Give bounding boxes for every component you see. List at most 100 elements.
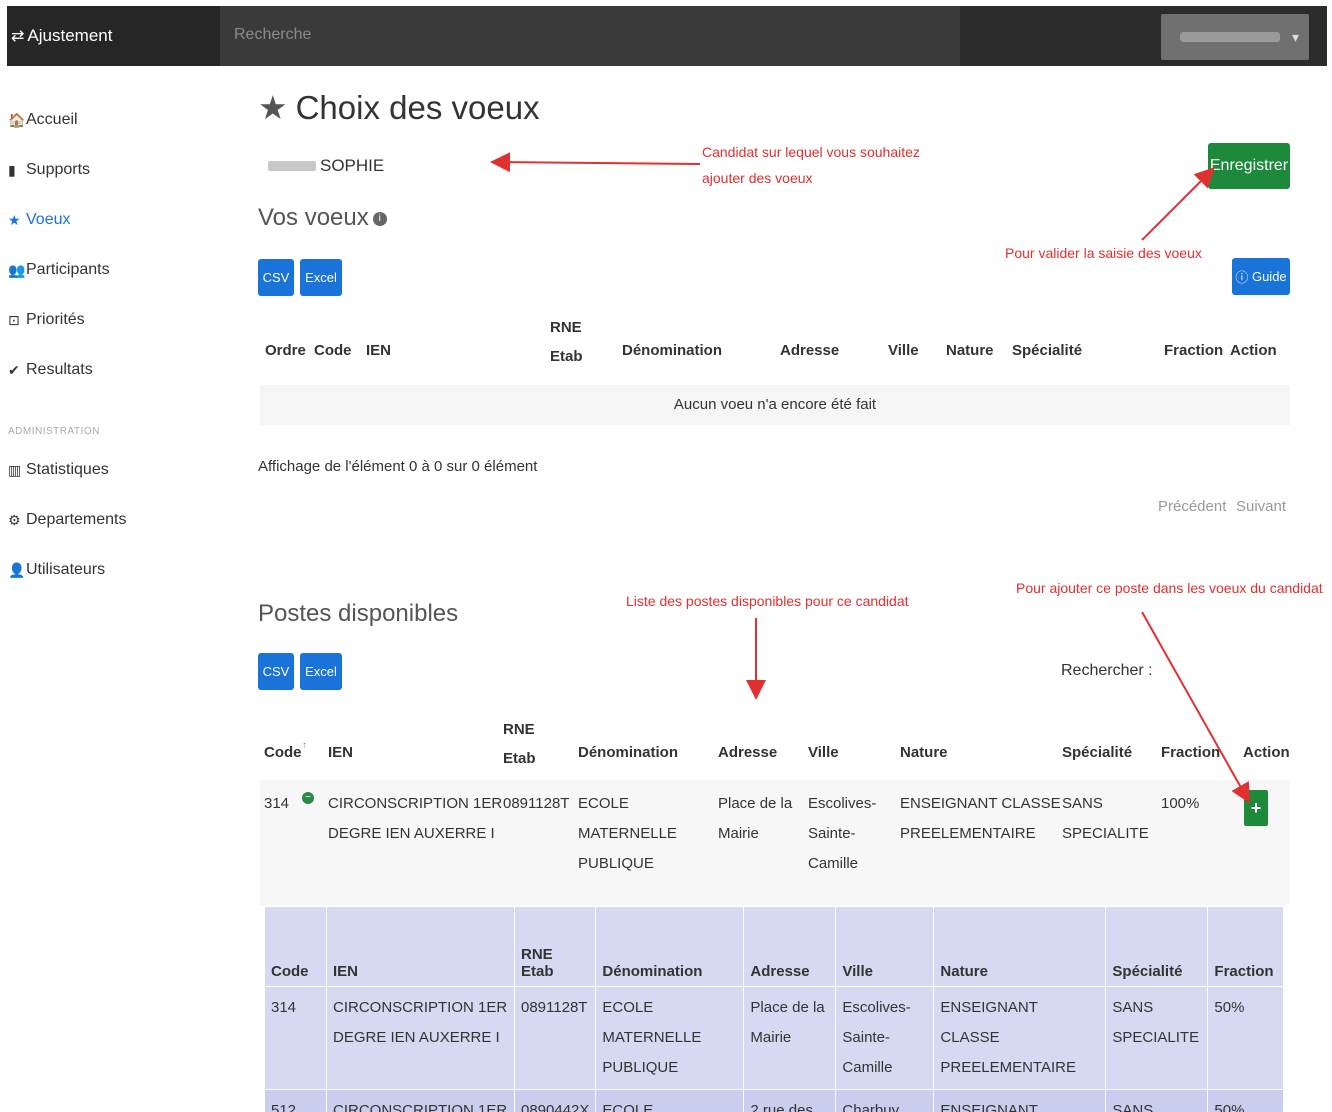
user-menu-button[interactable]: ▾ [1161, 14, 1309, 60]
table-info-text: Affichage de l'élément 0 à 0 sur 0 éléme… [258, 458, 538, 475]
csv-export-button-postes[interactable]: CSV [258, 653, 294, 690]
col-adresse[interactable]: Adresse [780, 342, 839, 359]
arrow-candidate [490, 152, 701, 173]
col-fraction[interactable]: Fraction [1161, 744, 1220, 761]
sidebar-item-utilisateurs[interactable]: 👤 Utilisateurs [8, 545, 208, 595]
sidebar-item-label: Accueil [26, 111, 78, 128]
cell-specialite: SANS SPECIALITE [1062, 795, 1149, 842]
cell-nature: ENSEIGNANT CLASSE PREELEMENTAIRE [900, 795, 1061, 842]
guide-label: Guide [1251, 269, 1287, 284]
col-ien[interactable]: IEN [328, 744, 353, 761]
col-adresse[interactable]: Adresse [718, 744, 777, 761]
sidebar-item-label: Statistiques [26, 461, 109, 478]
collapse-row-icon[interactable]: − [302, 792, 314, 804]
annotation-validate: Pour valider la saisie des voeux [1005, 245, 1202, 261]
sidebar-item-label: Resultats [26, 361, 93, 378]
col-ordre[interactable]: Ordre [265, 342, 306, 359]
sidebar-item-priorites[interactable]: ⊡ Priorités [8, 295, 208, 345]
col-code[interactable]: Code [314, 342, 352, 359]
top-navbar: ⇄ Ajustement Recherche ▾ [7, 6, 1327, 66]
annotation-list: Liste des postes disponibles pour ce can… [626, 593, 909, 609]
col-fraction[interactable]: Fraction [1164, 342, 1223, 359]
candidate-firstname: SOPHIE [320, 156, 385, 175]
users-icon: 👥 [8, 261, 26, 278]
file-icon: ▮ [8, 161, 16, 178]
col-ville[interactable]: Ville [808, 744, 839, 761]
col-nature[interactable]: Nature [900, 744, 948, 761]
info-icon[interactable]: i [372, 211, 387, 226]
user-admin-icon: 👤 [8, 561, 26, 578]
cell-specialite: SANS [1105, 1089, 1209, 1112]
cell-denomination: ECOLE MATERNELLE PUBLIQUE [595, 986, 745, 1090]
col-denomination[interactable]: Dénomination [622, 342, 722, 359]
col-ien: IEN [326, 906, 515, 987]
brand[interactable]: ⇄ Ajustement [7, 6, 220, 66]
page-title: ★ Choix des voeux [258, 88, 540, 127]
chart-icon: ▥ [8, 461, 22, 478]
cell-fraction: 100% [1161, 795, 1200, 812]
col-specialite[interactable]: Spécialité [1012, 342, 1082, 359]
add-voeu-button[interactable]: + [1244, 790, 1268, 826]
sidebar-item-participants[interactable]: 👥 Participants [8, 245, 208, 295]
help-icon: ⓘ [1235, 270, 1249, 285]
cell-rne: 0890442X [513, 1089, 597, 1112]
cell-adresse: 2 rue des [743, 1089, 837, 1112]
swap-arrows-icon: ⇄ [11, 28, 25, 45]
sidebar-item-statistiques[interactable]: ▥ Statistiques [8, 445, 208, 495]
cell-fraction: 50% [1207, 1089, 1284, 1112]
excel-export-button-postes[interactable]: Excel [300, 653, 342, 690]
search-input[interactable]: Recherche [220, 6, 960, 66]
annotation-add: Pour ajouter ce poste dans les voeux du … [1016, 580, 1323, 596]
cell-rne: 0891128T [503, 795, 570, 812]
sidebar-item-supports[interactable]: ▮ Supports [8, 145, 208, 195]
cell-rne: 0891128T [513, 986, 597, 1090]
cell-denomination: ECOLE [595, 1089, 745, 1112]
col-denomination[interactable]: Dénomination [578, 744, 678, 761]
cell-adresse: Place de la Mairie [718, 795, 793, 842]
arrow-validate [1141, 167, 1215, 241]
table-row: 314 CIRCONSCRIPTION 1ER DEGRE IEN AUXERR… [264, 986, 1284, 1090]
cell-nature: ENSEIGNANT CLASSE PREELEMENTAIRE [933, 986, 1107, 1090]
col-nature[interactable]: Nature [946, 342, 994, 359]
col-code: Code [264, 906, 327, 987]
sidebar-item-departements[interactable]: ⚙ Departements [8, 495, 208, 545]
brand-label: Ajustement [27, 26, 113, 45]
col-ien[interactable]: IEN [366, 342, 391, 359]
sidebar: 🏠 Accueil ▮ Supports ★ Voeux 👥 Participa… [8, 95, 208, 595]
cell-denomination: ECOLE MATERNELLE PUBLIQUE [578, 795, 677, 872]
cogs-icon: ⚙ [8, 511, 21, 528]
next-page-button[interactable]: Suivant [1236, 498, 1286, 515]
cell-specialite: SANS SPECIALITE [1105, 986, 1209, 1090]
sidebar-item-label: Voeux [26, 211, 71, 228]
search-label: Rechercher : [1061, 662, 1153, 679]
sidebar-item-voeux[interactable]: ★ Voeux [8, 195, 208, 245]
col-rne-etab: RNE Etab [513, 906, 597, 987]
sort-indicator-icon: ↑ [302, 740, 307, 751]
cell-code: 314 [264, 986, 327, 1090]
save-button[interactable]: Enregistrer [1208, 143, 1290, 189]
sidebar-item-accueil[interactable]: 🏠 Accueil [8, 95, 208, 145]
star-icon: ★ [8, 211, 21, 228]
col-rne-etab[interactable]: RNE Etab [550, 313, 583, 371]
cell-code: 512 [264, 1089, 327, 1112]
guide-button[interactable]: ⓘ Guide [1232, 258, 1290, 295]
cell-ville: Escolives- Sainte- Camille [808, 795, 877, 872]
page-title-text: Choix des voeux [295, 88, 540, 126]
csv-export-button[interactable]: CSV [258, 259, 294, 296]
col-code[interactable]: Code [264, 744, 302, 761]
col-action: Action [1230, 342, 1277, 359]
previous-page-button[interactable]: Précédent [1158, 498, 1226, 515]
col-nature: Nature [933, 906, 1107, 987]
col-specialite[interactable]: Spécialité [1062, 744, 1132, 761]
user-name-redacted [1179, 32, 1280, 42]
sidebar-item-label: Utilisateurs [26, 561, 106, 578]
col-rne-etab[interactable]: RNE Etab [503, 715, 536, 773]
check-circle-icon: ✔ [8, 361, 20, 378]
sidebar-item-label: Departements [26, 511, 127, 528]
col-specialite: Spécialité [1105, 906, 1209, 987]
col-fraction: Fraction [1207, 906, 1284, 987]
col-ville[interactable]: Ville [888, 342, 919, 359]
poste-detail-table: Code IEN RNE Etab Dénomination Adresse V… [264, 906, 1284, 1112]
excel-export-button[interactable]: Excel [300, 259, 342, 296]
sidebar-item-resultats[interactable]: ✔ Resultats [8, 345, 208, 395]
